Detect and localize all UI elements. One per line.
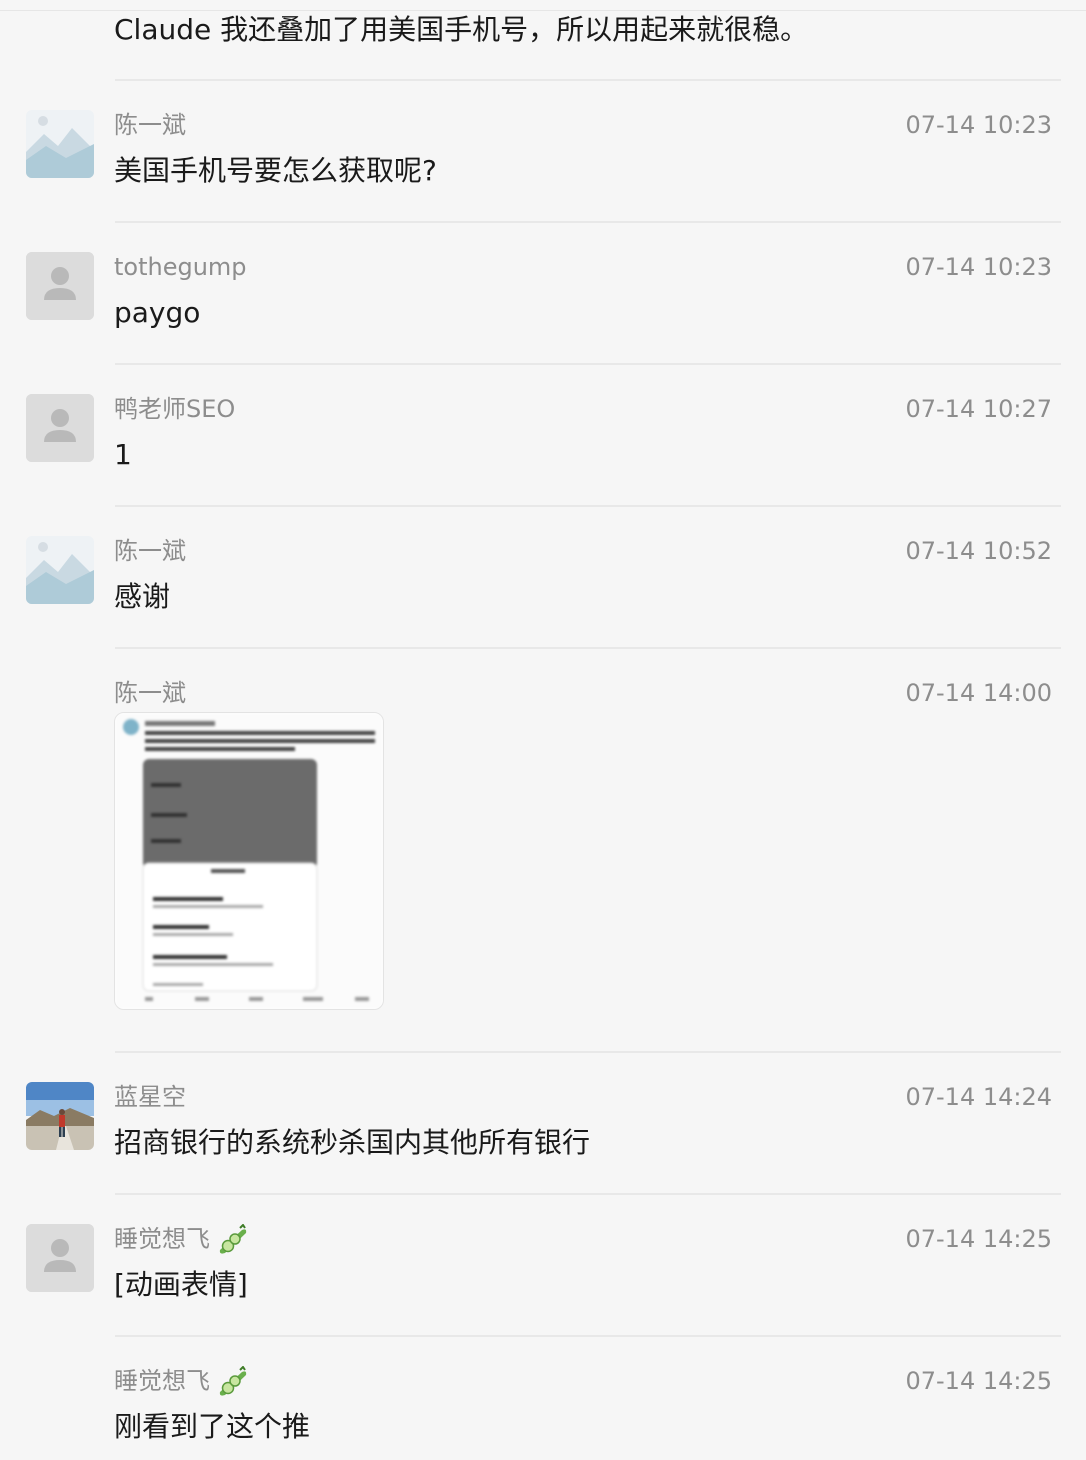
comment-time: 07-14 14:00 (905, 679, 1052, 707)
comment-text: 1 (114, 438, 132, 471)
photo-avatar[interactable] (26, 1082, 94, 1150)
landscape-avatar[interactable] (26, 110, 94, 178)
separator (115, 79, 1061, 81)
comment-author[interactable]: 蓝星空 (114, 1082, 186, 1112)
cucumber-emoji-icon (219, 1366, 247, 1396)
comment-time: 07-14 10:23 (905, 253, 1052, 281)
comment-author[interactable]: 陈一斌 (114, 110, 186, 140)
separator (115, 1193, 1061, 1195)
comment-text: [动画表情] (114, 1268, 248, 1301)
comment-text: 美国手机号要怎么获取呢? (114, 154, 437, 187)
comment-time: 07-14 10:27 (905, 395, 1052, 423)
separator (115, 363, 1061, 365)
cucumber-emoji-icon (219, 1224, 247, 1254)
default-user-avatar[interactable] (26, 394, 94, 462)
comment-text: 刚看到了这个推 (114, 1410, 311, 1443)
separator (115, 647, 1061, 649)
image-attachment[interactable] (114, 712, 384, 1010)
previous-comment-text: Claude 我还叠加了用美国手机号，所以用起来就很稳。 (114, 13, 809, 46)
comment-author[interactable]: 陈一斌 (114, 536, 186, 566)
comment-author[interactable]: 睡觉想飞 (114, 1224, 250, 1254)
default-user-avatar[interactable] (26, 252, 94, 320)
comment-time: 07-14 14:25 (905, 1225, 1052, 1253)
comment-time: 07-14 14:24 (905, 1083, 1052, 1111)
comment-author[interactable]: tothegump (114, 252, 247, 282)
comment-time: 07-14 14:25 (905, 1367, 1052, 1395)
separator (115, 505, 1061, 507)
separator (115, 221, 1061, 223)
landscape-avatar[interactable] (26, 536, 94, 604)
comment-time: 07-14 10:23 (905, 111, 1052, 139)
comment-text: paygo (114, 296, 201, 329)
default-user-avatar[interactable] (26, 1224, 94, 1292)
comment-text: 招商银行的系统秒杀国内其他所有银行 (114, 1126, 591, 1159)
separator (115, 1051, 1061, 1053)
comment-author[interactable]: 陈一斌 (114, 678, 186, 708)
comment-text: 感谢 (114, 580, 171, 613)
comment-author[interactable]: 鸭老师SEO (114, 394, 235, 424)
comment-author[interactable]: 睡觉想飞 (114, 1366, 250, 1396)
separator (115, 1335, 1061, 1337)
comment-time: 07-14 10:52 (905, 537, 1052, 565)
